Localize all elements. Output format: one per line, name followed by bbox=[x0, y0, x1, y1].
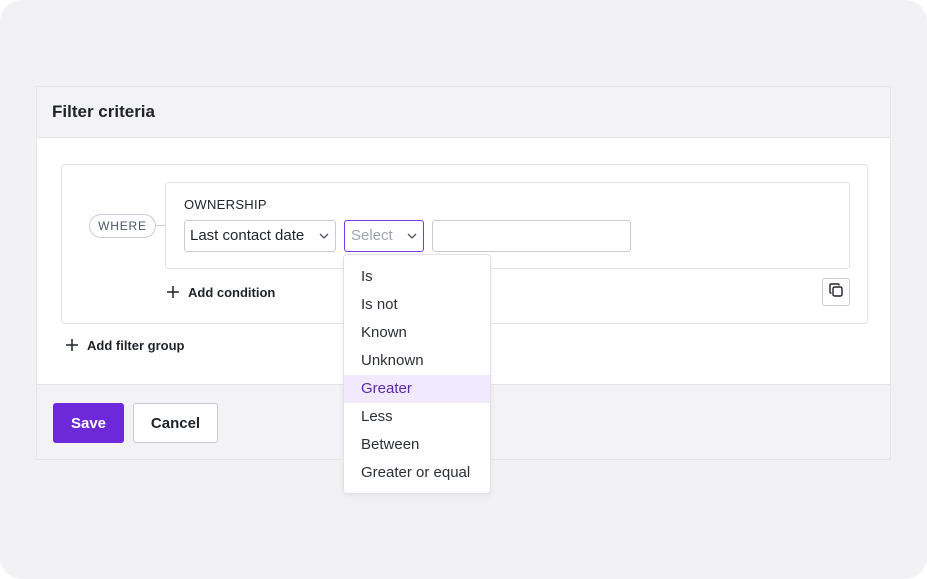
condition-row: OWNERSHIP Last contact date Select bbox=[165, 182, 850, 269]
operator-dropdown-menu: Is Is not Known Unknown Greater Less Bet… bbox=[343, 254, 491, 494]
page-title: Filter criteria bbox=[52, 102, 155, 121]
plus-icon bbox=[65, 338, 79, 352]
add-condition-button[interactable]: Add condition bbox=[166, 282, 275, 302]
dropdown-option-greater[interactable]: Greater bbox=[344, 375, 490, 403]
field-select[interactable]: Last contact date bbox=[184, 220, 336, 252]
dropdown-option-between[interactable]: Between bbox=[344, 431, 490, 459]
operator-select-placeholder: Select bbox=[351, 227, 393, 244]
dropdown-option-is[interactable]: Is bbox=[344, 263, 490, 291]
add-filter-group-button[interactable]: Add filter group bbox=[65, 335, 185, 355]
field-select-value: Last contact date bbox=[190, 227, 305, 244]
dropdown-option-known[interactable]: Known bbox=[344, 319, 490, 347]
add-condition-label: Add condition bbox=[188, 284, 276, 300]
where-badge: WHERE bbox=[89, 214, 156, 238]
dropdown-option-less[interactable]: Less bbox=[344, 403, 490, 431]
condition-group-label: OWNERSHIP bbox=[184, 197, 267, 212]
operator-select[interactable]: Select bbox=[344, 220, 424, 252]
save-button[interactable]: Save bbox=[53, 403, 124, 443]
chevron-down-icon bbox=[407, 221, 417, 251]
cancel-button[interactable]: Cancel bbox=[133, 403, 218, 443]
dropdown-option-unknown[interactable]: Unknown bbox=[344, 347, 490, 375]
add-filter-group-label: Add filter group bbox=[87, 337, 185, 353]
plus-icon bbox=[166, 285, 180, 299]
dropdown-option-greater-or-equal[interactable]: Greater or equal bbox=[344, 459, 490, 487]
where-connector bbox=[156, 225, 165, 226]
chevron-down-icon bbox=[319, 221, 329, 251]
condition-value-input[interactable] bbox=[432, 220, 631, 252]
card-header: Filter criteria bbox=[37, 87, 890, 138]
app-canvas: Filter criteria WHERE OWNERSHIP Last con… bbox=[0, 0, 927, 579]
copy-button[interactable] bbox=[822, 278, 850, 306]
dropdown-option-is-not[interactable]: Is not bbox=[344, 291, 490, 319]
copy-icon bbox=[829, 282, 843, 302]
